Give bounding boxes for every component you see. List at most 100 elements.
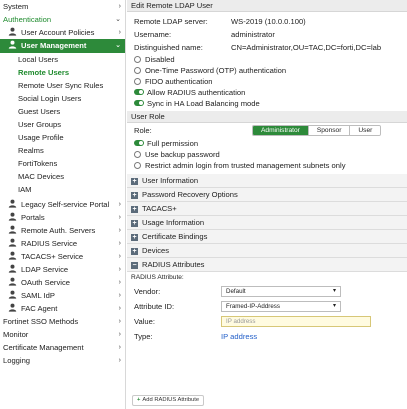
sidebar-item-remote-user-sync-rules[interactable]: Remote User Sync Rules: [0, 79, 125, 92]
chevron-down-icon: ▾: [332, 303, 336, 309]
sidebar-item-ldap-service[interactable]: LDAP Service ›: [0, 263, 125, 276]
sidebar-item-user-groups[interactable]: User Groups: [0, 118, 125, 131]
attribute-id-label: Attribute ID:: [134, 302, 175, 311]
sidebar-item-authentication[interactable]: Authentication ⌄: [0, 13, 125, 26]
sidebar-item-label: User Management: [21, 41, 87, 50]
sidebar-item-usage-profile[interactable]: Usage Profile: [0, 131, 125, 144]
radio-button[interactable]: [134, 67, 141, 74]
section-password-recovery-options[interactable]: + Password Recovery Options: [127, 188, 407, 202]
sidebar-item-label: Social Login Users: [18, 94, 82, 103]
sidebar-item-logging[interactable]: Logging ›: [0, 354, 125, 367]
radio-button[interactable]: [134, 56, 141, 63]
section-user-information[interactable]: + User Information: [127, 174, 407, 188]
section-label: Certificate Bindings: [142, 232, 208, 241]
sidebar-item-fortitokens[interactable]: FortiTokens: [0, 157, 125, 170]
section-label: Devices: [142, 246, 170, 255]
sidebar-item-label: Legacy Self-service Portal: [21, 200, 110, 209]
chevron-down-icon: ⌄: [115, 16, 121, 23]
section-label: RADIUS Attributes: [142, 260, 205, 269]
sidebar-item-label: TACACS+ Service: [21, 252, 84, 261]
sidebar-item-user-management[interactable]: User Management ⌄: [0, 39, 125, 53]
chevron-down-icon: ⌄: [115, 42, 121, 49]
sidebar-item-label: Fortinet SSO Methods: [3, 317, 79, 326]
vendor-select[interactable]: Default ▾: [221, 286, 341, 297]
chevron-right-icon: ›: [118, 3, 121, 10]
sidebar-item-local-users[interactable]: Local Users: [0, 53, 125, 66]
value-label: Value:: [134, 317, 155, 326]
attribute-id-value: Framed-IP-Address: [226, 303, 280, 310]
radio-button[interactable]: [134, 162, 141, 169]
radius-attributes-header[interactable]: − RADIUS Attributes: [127, 258, 407, 272]
expand-icon: +: [131, 248, 138, 255]
role-option-administrator[interactable]: Administrator: [253, 126, 309, 135]
expand-icon: +: [131, 220, 138, 227]
attribute-id-row: Attribute ID: Framed-IP-Address ▾: [127, 299, 407, 314]
sidebar-item-remote-auth-servers[interactable]: Remote Auth. Servers ›: [0, 224, 125, 237]
role-option-sponsor[interactable]: Sponsor: [308, 126, 351, 135]
sidebar-item-mac-devices[interactable]: MAC Devices: [0, 170, 125, 183]
tacacs-icon: [8, 251, 17, 260]
sidebar-item-fortinet-sso-methods[interactable]: Fortinet SSO Methods ›: [0, 315, 125, 328]
role-option-user[interactable]: User: [350, 126, 381, 135]
option-one-time-password-otp-authentication: One-Time Password (OTP) authentication: [127, 65, 407, 76]
field-value: CN=Administrator,OU=TAC,DC=forti,DC=lab: [231, 43, 382, 52]
section-devices[interactable]: + Devices: [127, 244, 407, 258]
sidebar-item-portals[interactable]: Portals ›: [0, 211, 125, 224]
sidebar-item-fac-agent[interactable]: FAC Agent ›: [0, 302, 125, 315]
toggle-on[interactable]: [134, 89, 144, 95]
sidebar-item-monitor[interactable]: Monitor ›: [0, 328, 125, 341]
toggle-on[interactable]: [134, 100, 144, 106]
type-label: Type:: [134, 332, 153, 341]
sidebar-nav: System › Authentication ⌄ User Account Polic…: [0, 0, 126, 409]
collapse-icon: −: [131, 262, 138, 269]
sidebar-item-legacy-self-service-portal[interactable]: Legacy Self-service Portal ›: [0, 198, 125, 211]
field-value: WS-2019 (10.0.0.100): [231, 17, 306, 26]
option-label: Allow RADIUS authentication: [147, 88, 246, 97]
add-radius-attribute-button[interactable]: + Add RADIUS Attribute: [132, 395, 205, 406]
sidebar-item-label: Usage Profile: [18, 133, 64, 142]
value-input[interactable]: IP address: [221, 316, 371, 327]
section-label: Password Recovery Options: [142, 190, 238, 199]
sidebar-item-realms[interactable]: Realms: [0, 144, 125, 157]
sidebar-item-label: Authentication: [3, 15, 52, 24]
option-use-backup-password: Use backup password: [127, 149, 407, 160]
toggle-on[interactable]: [134, 140, 144, 146]
option-sync-in-ha-load-balancing-mode: Sync in HA Load Balancing mode: [127, 98, 407, 109]
option-allow-radius-authentication: Allow RADIUS authentication: [127, 87, 407, 98]
vendor-row: Vendor: Default ▾: [127, 284, 407, 299]
chevron-right-icon: ›: [118, 344, 121, 351]
sidebar-item-label: Portals: [21, 213, 45, 222]
sidebar-item-label: FAC Agent: [21, 304, 58, 313]
sidebar-item-iam[interactable]: IAM: [0, 183, 125, 196]
sidebar-item-label: FortiTokens: [18, 159, 58, 168]
radio-button[interactable]: [134, 78, 141, 85]
radio-button[interactable]: [134, 151, 141, 158]
sidebar-item-system[interactable]: System ›: [0, 0, 125, 13]
sidebar-item-tacacs-service[interactable]: TACACS+ Service ›: [0, 250, 125, 263]
sidebar-item-label: LDAP Service: [21, 265, 69, 274]
section-usage-information[interactable]: + Usage Information: [127, 216, 407, 230]
sidebar-item-label: MAC Devices: [18, 172, 64, 181]
sidebar-item-radius-service[interactable]: RADIUS Service ›: [0, 237, 125, 250]
sidebar-item-remote-users[interactable]: Remote Users: [0, 66, 125, 79]
field-ldap-server: Remote LDAP server: WS-2019 (10.0.0.100): [127, 15, 407, 28]
section-label: User Information: [142, 176, 199, 185]
sidebar-item-certificate-management[interactable]: Certificate Management ›: [0, 341, 125, 354]
sidebar-item-oauth-service[interactable]: OAuth Service ›: [0, 276, 125, 289]
field-label: Distinguished name:: [134, 43, 203, 52]
role-selector-row: Role: Administrator Sponsor User: [127, 123, 407, 138]
expand-icon: +: [131, 234, 138, 241]
chevron-right-icon: ›: [118, 305, 121, 312]
sidebar-item-user-account-policies[interactable]: User Account Policies ›: [0, 26, 125, 39]
field-value: administrator: [231, 30, 275, 39]
sidebar-item-social-login-users[interactable]: Social Login Users: [0, 92, 125, 105]
expand-icon: +: [131, 206, 138, 213]
sidebar-item-saml-idp[interactable]: SAML IdP ›: [0, 289, 125, 302]
field-username: Username: administrator: [127, 28, 407, 41]
section-certificate-bindings[interactable]: + Certificate Bindings: [127, 230, 407, 244]
sidebar-item-guest-users[interactable]: Guest Users: [0, 105, 125, 118]
attribute-id-select[interactable]: Framed-IP-Address ▾: [221, 301, 341, 312]
chevron-right-icon: ›: [118, 29, 121, 36]
option-full-permission: Full permission: [127, 138, 407, 149]
section-tacacs[interactable]: + TACACS+: [127, 202, 407, 216]
